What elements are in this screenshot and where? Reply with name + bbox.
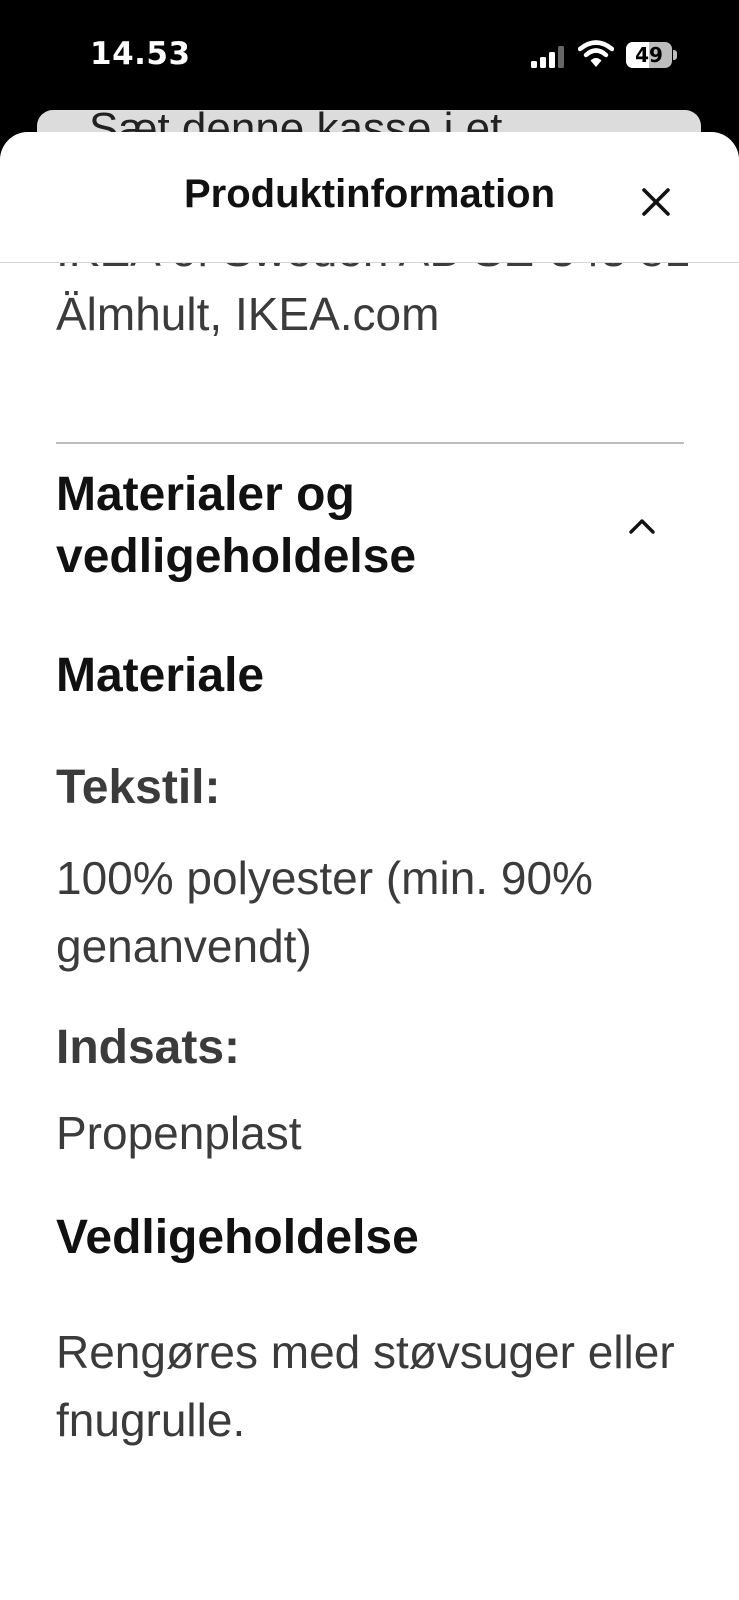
battery-icon: 49 [626, 42, 678, 68]
wifi-icon [578, 40, 614, 67]
material-heading: Materiale [56, 649, 265, 702]
materials-accordion-title: Materialer og vedligeholdelse [56, 468, 417, 583]
textile-label: Tekstil: [56, 761, 221, 814]
cellular-signal-icon [531, 46, 564, 68]
insert-value: Propenplast [56, 1107, 302, 1159]
sheet-title: Produktinformation [183, 172, 556, 216]
product-info-sheet: IKEA of Sweden AB SE-343 81 Älmhult, IKE… [0, 132, 739, 1600]
textile-value: 100% polyester (min. 90% genanvendt) [56, 852, 593, 972]
divider [56, 442, 684, 444]
chevron-up-icon[interactable] [626, 510, 658, 542]
status-bar: 14.53 49 [0, 0, 739, 110]
materials-accordion-header[interactable]: Materialer og vedligeholdelse [56, 462, 684, 592]
status-time: 14.53 [90, 36, 191, 72]
care-heading: Vedligeholdelse [56, 1211, 419, 1264]
close-icon[interactable] [630, 176, 682, 228]
battery-percentage: 49 [635, 43, 663, 67]
sheet-content: IKEA of Sweden AB SE-343 81 Älmhult, IKE… [0, 132, 739, 1600]
sheet-header: Produktinformation [0, 132, 739, 263]
care-instructions: Rengøres med støvsuger eller fnugrulle. [56, 1326, 675, 1446]
insert-label: Indsats: [56, 1021, 241, 1074]
